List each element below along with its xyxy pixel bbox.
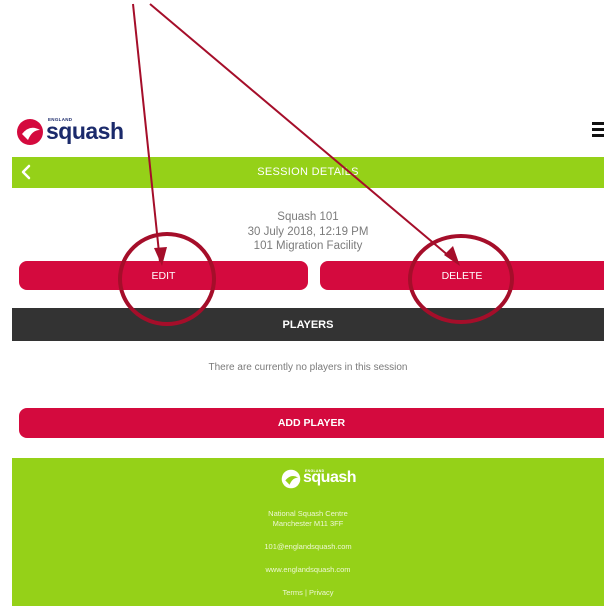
page-title: SESSION DETAILS [257, 166, 359, 178]
delete-button[interactable]: DELETE [320, 261, 604, 290]
footer-squash-logo-icon [281, 469, 301, 489]
footer-logo: ENGLAND squash [281, 468, 363, 490]
squash-logo-icon [17, 119, 43, 145]
hamburger-icon[interactable] [592, 122, 604, 138]
delete-button-label: DELETE [441, 269, 483, 282]
edit-button[interactable]: EDIT [19, 261, 308, 290]
footer-address-line2: Manchester M11 3FF [272, 519, 344, 528]
add-player-label: ADD PLAYER [277, 417, 346, 429]
footer-website-link[interactable]: www.englandsquash.com [12, 565, 604, 574]
session-info: Squash 101 30 July 2018, 12:19 PM 101 Mi… [12, 210, 604, 254]
footer-email-link[interactable]: 101@englandsquash.com [12, 542, 604, 551]
session-datetime: 30 July 2018, 12:19 PM [247, 225, 369, 238]
players-title: PLAYERS [282, 318, 334, 331]
edit-button-label: EDIT [151, 269, 176, 282]
footer-logo-wordmark: squash [303, 469, 357, 486]
players-header: PLAYERS [12, 308, 604, 341]
footer: ENGLAND squash National Squash Centre Ma… [12, 458, 604, 606]
add-player-button[interactable]: ADD PLAYER [19, 408, 604, 438]
england-squash-logo[interactable]: ENGLAND squash [16, 116, 126, 148]
session-name: Squash 101 [277, 211, 339, 223]
app-header: ENGLAND squash [0, 110, 604, 156]
empty-players-message: There are currently no players in this s… [208, 362, 408, 373]
logo-wordmark: squash [46, 118, 124, 144]
top-bar: SESSION DETAILS [12, 157, 604, 188]
footer-terms-privacy-links[interactable]: Terms | Privacy [12, 588, 604, 597]
footer-address-line1: National Squash Centre [268, 509, 348, 518]
session-venue: 101 Migration Facility [253, 240, 363, 252]
